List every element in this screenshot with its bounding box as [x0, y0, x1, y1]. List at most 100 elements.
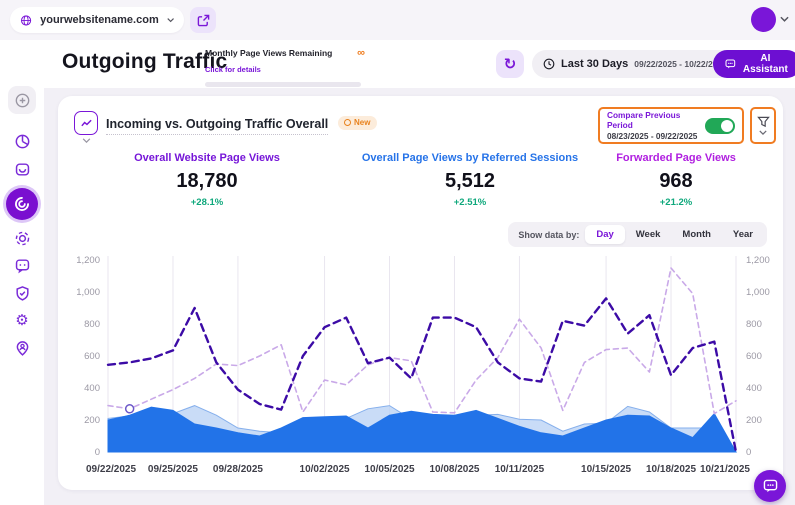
inbox-icon	[14, 161, 31, 178]
new-badge: New	[338, 116, 377, 130]
sidebar-item-messages[interactable]	[8, 251, 36, 279]
date-range-label: Last 30 Days	[561, 58, 628, 70]
svg-text:10/18/2025: 10/18/2025	[646, 464, 696, 475]
sidebar: ⚙	[0, 40, 44, 505]
svg-text:0: 0	[746, 447, 751, 458]
compare-toggle[interactable]	[705, 118, 735, 134]
tab-day[interactable]: Day	[585, 225, 624, 244]
external-link-icon	[197, 14, 210, 27]
content-area: Incoming vs. Outgoing Traffic Overall Ne…	[44, 88, 795, 505]
show-data-by-label: Show data by:	[518, 230, 579, 240]
website-name: yourwebsitename.com	[40, 14, 159, 26]
svg-text:1,200: 1,200	[76, 255, 100, 266]
svg-text:200: 200	[84, 415, 100, 426]
svg-text:10/21/2025: 10/21/2025	[700, 464, 750, 475]
person-pin-icon	[14, 340, 31, 357]
sidebar-item-inbox[interactable]	[8, 155, 36, 183]
target-scan-icon	[14, 230, 31, 247]
svg-text:600: 600	[746, 351, 762, 362]
metric-overall-website-page-views: Overall Website Page Views 18,780 +28.1%	[96, 152, 318, 208]
show-data-by-tabs: Show data by: Day Week Month Year	[508, 222, 767, 247]
top-bar: yourwebsitename.com	[0, 0, 795, 40]
metric-referred-sessions-page-views: Overall Page Views by Referred Sessions …	[346, 152, 594, 208]
metric-delta: +21.2%	[582, 197, 770, 208]
traffic-chart-container: 0 0 200 200 400 400 600 600 800 800 1,000 1,000 1,20…	[64, 252, 777, 482]
sidebar-item-security[interactable]	[8, 279, 36, 307]
avatar[interactable]	[751, 7, 776, 32]
filter-funnel-icon	[757, 116, 770, 128]
page-header: Outgoing Traffic Monthly Page Views Rema…	[44, 40, 795, 88]
filter-control[interactable]	[750, 107, 776, 144]
svg-text:10/11/2025: 10/11/2025	[495, 464, 545, 475]
traffic-chart[interactable]: 0 0 200 200 400 400 600 600 800 800 1,000 1,000 1,20…	[64, 252, 777, 482]
metric-forwarded-page-views: Forwarded Page Views 968 +21.2%	[582, 152, 770, 208]
card-title: Incoming vs. Outgoing Traffic Overall	[106, 117, 328, 135]
page-title: Outgoing Traffic	[62, 50, 227, 74]
svg-text:200: 200	[746, 415, 762, 426]
sidebar-item-settings[interactable]: ⚙	[8, 306, 36, 334]
quota-widget: Monthly Page Views Remaining ∞ Click for…	[205, 47, 365, 87]
metric-delta: +28.1%	[96, 197, 318, 208]
metric-delta: +2.51%	[346, 197, 594, 208]
globe-icon	[20, 13, 32, 28]
metric-value: 18,780	[96, 170, 318, 193]
new-badge-icon	[344, 119, 351, 126]
svg-text:10/05/2025: 10/05/2025	[364, 464, 414, 475]
trend-line-icon	[80, 117, 93, 130]
sidebar-item-add[interactable]	[8, 86, 36, 114]
tab-week[interactable]: Week	[625, 225, 672, 244]
svg-text:09/28/2025: 09/28/2025	[213, 464, 263, 475]
svg-text:10/08/2025: 10/08/2025	[429, 464, 479, 475]
refresh-button[interactable]: ↻	[496, 50, 524, 78]
quota-title: Monthly Page Views Remaining	[205, 48, 357, 58]
svg-text:400: 400	[84, 383, 100, 394]
clock-icon	[543, 58, 555, 70]
svg-text:09/22/2025: 09/22/2025	[86, 464, 136, 475]
sidebar-item-analytics[interactable]	[8, 127, 36, 155]
svg-text:10/02/2025: 10/02/2025	[300, 464, 350, 475]
svg-text:600: 600	[84, 351, 100, 362]
compare-label: Compare Previous Period	[607, 110, 699, 130]
sidebar-item-location[interactable]	[8, 334, 36, 362]
pie-chart-icon	[14, 133, 31, 150]
tab-year[interactable]: Year	[722, 225, 764, 244]
chat-icon	[14, 257, 31, 274]
infinity-badge: ∞	[357, 47, 365, 59]
website-selector[interactable]: yourwebsitename.com	[10, 7, 184, 33]
svg-text:400: 400	[746, 383, 762, 394]
share-button[interactable]	[190, 7, 216, 33]
compare-previous-period-control: Compare Previous Period 08/23/2025 - 09/…	[598, 107, 744, 144]
metric-value: 968	[582, 170, 770, 193]
compare-range: 08/23/2025 - 09/22/2025	[607, 131, 699, 141]
svg-text:800: 800	[84, 319, 100, 330]
svg-text:1,000: 1,000	[746, 287, 770, 298]
ai-assistant-label: AI Assistant	[742, 53, 789, 75]
svg-text:1,000: 1,000	[76, 287, 100, 298]
svg-text:0: 0	[95, 447, 100, 458]
svg-text:10/15/2025: 10/15/2025	[581, 464, 631, 475]
avatar-chevron-icon[interactable]	[780, 16, 789, 22]
svg-text:1,200: 1,200	[746, 255, 770, 266]
shield-check-icon	[14, 285, 31, 302]
svg-text:09/25/2025: 09/25/2025	[148, 464, 198, 475]
chevron-down-icon	[759, 130, 767, 135]
sidebar-item-retargeting[interactable]	[8, 224, 36, 252]
gear-icon: ⚙	[15, 313, 28, 328]
ai-assistant-button[interactable]: AI Assistant	[713, 50, 795, 78]
ai-chat-icon	[725, 58, 736, 70]
chat-fab-button[interactable]	[754, 470, 786, 502]
metric-value: 5,512	[346, 170, 594, 193]
traffic-swirl-icon	[13, 195, 31, 213]
add-circle-icon	[14, 92, 31, 109]
traffic-overview-card: Incoming vs. Outgoing Traffic Overall Ne…	[58, 96, 783, 490]
quota-progress-bar	[205, 82, 361, 87]
quota-details-link[interactable]: Click for details	[205, 65, 261, 74]
refresh-icon: ↻	[504, 55, 517, 73]
tab-month[interactable]: Month	[671, 225, 722, 244]
sidebar-item-traffic[interactable]	[6, 188, 38, 220]
chevron-down-icon	[167, 17, 174, 23]
chat-bubble-icon	[763, 479, 778, 493]
chart-widget-icon[interactable]	[74, 111, 98, 135]
chevron-down-icon[interactable]	[82, 138, 91, 143]
svg-text:800: 800	[746, 319, 762, 330]
